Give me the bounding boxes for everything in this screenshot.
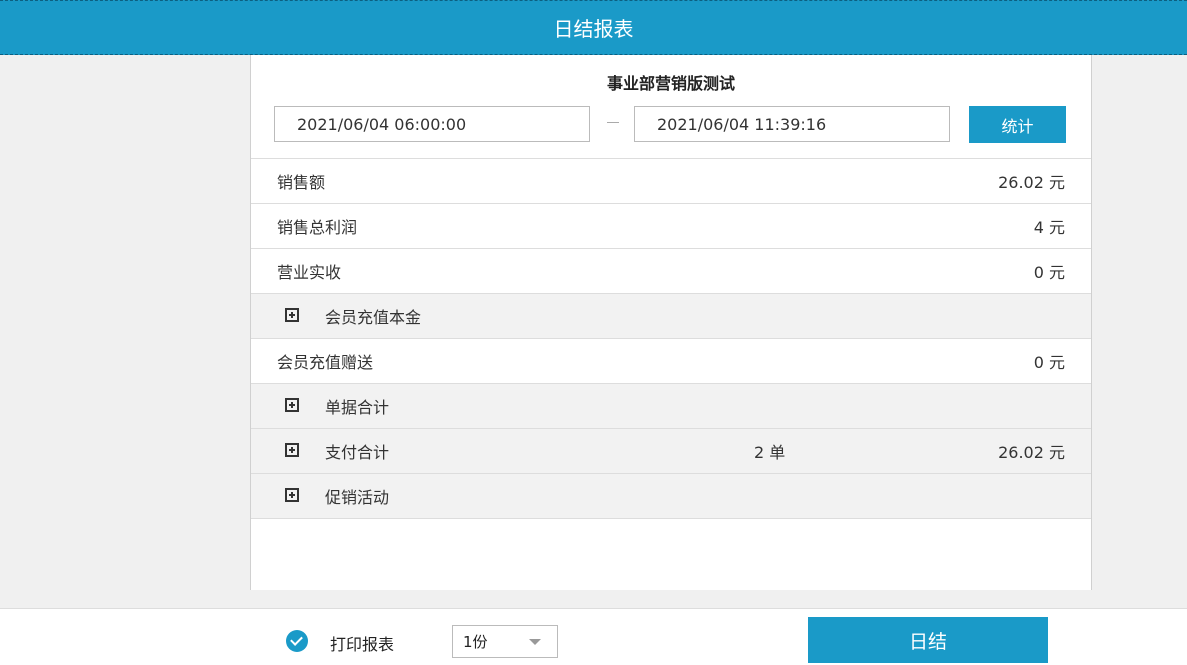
row-count: 2 单: [754, 443, 786, 462]
row-value: 0 元: [1033, 263, 1065, 282]
row-value: 26.02 元: [998, 443, 1065, 462]
row-gross-profit: 销售总利润 4 元: [251, 204, 1091, 249]
row-label: 支付合计: [325, 443, 390, 462]
row-value: 4 元: [1033, 218, 1065, 237]
row-label: 会员充值本金: [325, 308, 422, 327]
copies-value: 1份: [463, 633, 488, 651]
row-member-recharge-bonus: 会员充值赠送 0 元: [251, 339, 1091, 384]
copies-select[interactable]: 1份: [452, 625, 558, 658]
expand-plus-icon[interactable]: [285, 443, 299, 457]
window-title: 日结报表: [553, 17, 634, 41]
start-datetime-value: 2021/06/04 06:00:00: [297, 114, 467, 134]
row-member-recharge-principal[interactable]: 会员充值本金: [251, 294, 1091, 339]
footer-bar: 打印报表 1份 日结: [0, 608, 1187, 665]
row-label: 会员充值赠送: [277, 353, 374, 372]
row-label: 营业实收: [277, 263, 342, 282]
end-datetime-field[interactable]: 2021/06/04 11:39:16: [634, 106, 950, 142]
row-document-total[interactable]: 单据合计: [251, 384, 1091, 429]
row-label: 单据合计: [325, 398, 390, 417]
row-sales-amount: 销售额 26.02 元: [251, 159, 1091, 204]
row-label: 促销活动: [325, 488, 390, 507]
row-label: 销售总利润: [277, 218, 358, 237]
end-datetime-value: 2021/06/04 11:39:16: [657, 114, 827, 134]
daily-close-button[interactable]: 日结: [808, 617, 1048, 663]
expand-plus-icon[interactable]: [285, 398, 299, 412]
row-actual-revenue: 营业实收 0 元: [251, 249, 1091, 294]
store-name: 事业部营销版测试: [606, 74, 735, 93]
expand-plus-icon[interactable]: [285, 488, 299, 502]
print-checkbox-check-icon[interactable]: [286, 630, 308, 652]
row-value: 0 元: [1033, 353, 1065, 372]
row-payment-total[interactable]: 支付合计 2 单 26.02 元: [251, 429, 1091, 474]
report-panel: 事业部营销版测试 2021/06/04 06:00:00 2021/06/04 …: [250, 55, 1092, 590]
report-rows: 销售额 26.02 元 销售总利润 4 元 营业实收 0 元 会员充值本金 会员…: [251, 158, 1091, 519]
row-label: 销售额: [277, 173, 326, 192]
stat-button[interactable]: 统计: [969, 106, 1066, 143]
expand-plus-icon[interactable]: [285, 308, 299, 322]
start-datetime-field[interactable]: 2021/06/04 06:00:00: [274, 106, 590, 142]
print-report-label[interactable]: 打印报表: [330, 631, 394, 655]
row-promotions[interactable]: 促销活动: [251, 474, 1091, 519]
window-title-bar: 日结报表: [0, 0, 1187, 55]
chevron-down-icon: [529, 639, 541, 645]
row-value: 26.02 元: [998, 173, 1065, 192]
date-range-separator: [607, 122, 619, 123]
